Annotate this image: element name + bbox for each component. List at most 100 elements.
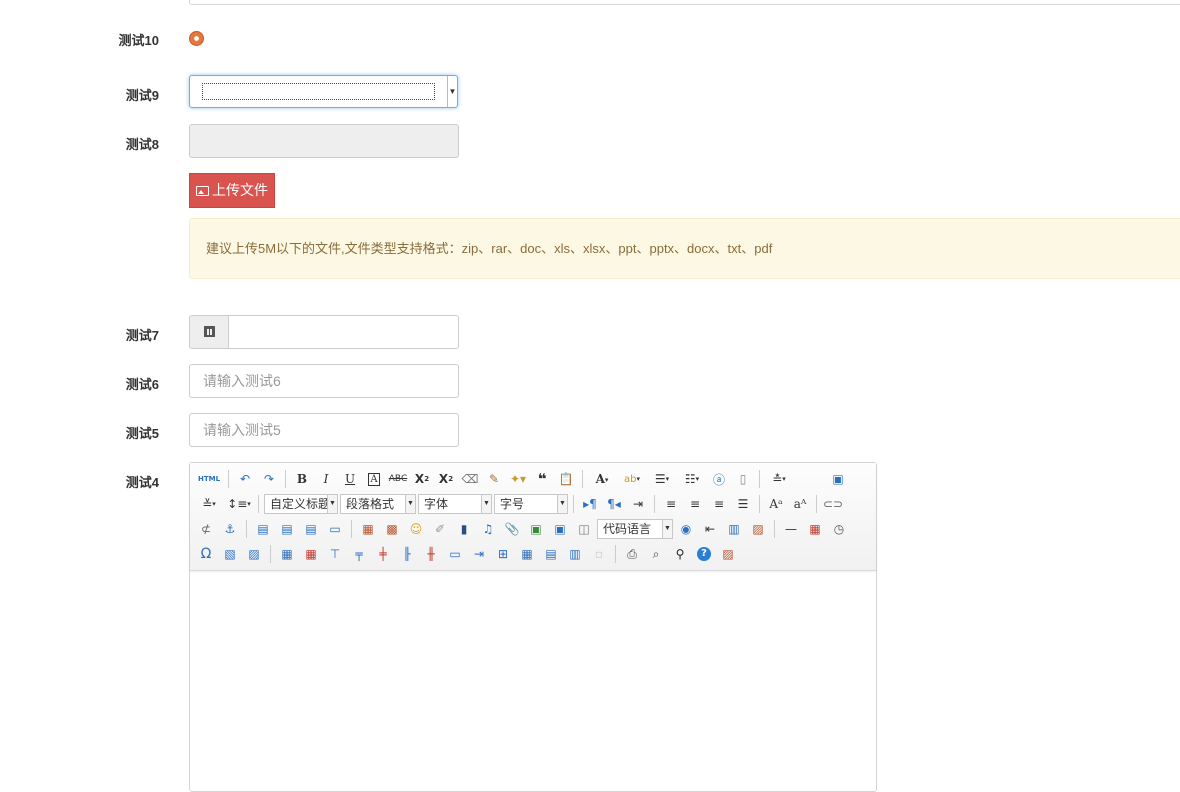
undo-icon[interactable]: ↶ — [235, 469, 255, 489]
scrawl-icon[interactable]: ✐ — [430, 519, 450, 539]
test7-date-input[interactable] — [228, 315, 459, 349]
indent-icon[interactable]: ⇥ — [628, 494, 648, 514]
custom-heading-select[interactable]: 自定义标题 ▼ — [264, 494, 338, 514]
code-language-select[interactable]: 代码语言 ▼ — [597, 519, 673, 539]
delete-table-icon[interactable]: ▦ — [301, 544, 321, 564]
template-icon[interactable]: ▥ — [724, 519, 744, 539]
blockquote-icon[interactable]: ❝ — [532, 469, 552, 489]
ltr-direction-icon[interactable]: ▸¶ — [580, 494, 600, 514]
word-import-icon[interactable]: ▨ — [244, 544, 264, 564]
font-color-icon[interactable]: A ▾ — [589, 469, 615, 489]
print-icon[interactable]: ⎙ — [622, 544, 642, 564]
merge-down-icon[interactable]: ⊞ — [493, 544, 513, 564]
insert-video-icon[interactable]: ▮ — [454, 519, 474, 539]
editor-content-area[interactable] — [190, 571, 876, 791]
drafts-icon[interactable]: ▨ — [718, 544, 738, 564]
uppercase-icon[interactable]: Aᵃ — [766, 494, 786, 514]
insert-row-icon[interactable]: ╤ — [349, 544, 369, 564]
test9-select[interactable]: ▼ — [189, 75, 458, 108]
select-focus-ring — [202, 83, 435, 100]
test5-input[interactable]: 请输入测试5 — [189, 413, 459, 447]
music-icon[interactable]: ♫ — [478, 519, 498, 539]
insert-paragraph-before-table-icon[interactable]: ⊤ — [325, 544, 345, 564]
toolbar-divider — [246, 520, 247, 538]
delete-row-icon[interactable]: ╪ — [373, 544, 393, 564]
code-language-value: 代码语言 — [603, 522, 652, 536]
insert-table-icon[interactable]: ▦ — [277, 544, 297, 564]
wordimage-icon[interactable]: ▧ — [220, 544, 240, 564]
font-size-select[interactable]: 字号 ▼ — [494, 494, 568, 514]
unordered-list-icon[interactable]: ☷ ▾ — [679, 469, 705, 489]
italic-icon[interactable]: I — [316, 469, 336, 489]
merge-right-icon[interactable]: ⇥ — [469, 544, 489, 564]
rtl-direction-icon[interactable]: ¶◂ — [604, 494, 624, 514]
chart-icon[interactable]: ▫ — [589, 544, 609, 564]
rich-text-editor[interactable]: HTML ↶ ↷ B I U A ABC X2 X2 ⌫ ✎ ✦▾ ❝ 📋 A ▾… — [189, 462, 877, 792]
lowercase-icon[interactable]: aᴬ — [790, 494, 810, 514]
font-family-select[interactable]: 字体 ▼ — [418, 494, 492, 514]
horizontal-rule-icon[interactable]: — — [781, 519, 801, 539]
subscript-icon[interactable]: X2 — [436, 469, 456, 489]
auto-typeset-icon[interactable]: ✦▾ — [508, 469, 528, 489]
test6-input[interactable]: 请输入测试6 — [189, 364, 459, 398]
background-icon[interactable]: ▨ — [748, 519, 768, 539]
image-none-icon[interactable]: ▤ — [253, 519, 273, 539]
pagebreak-icon[interactable]: ⇤ — [700, 519, 720, 539]
anchor-icon[interactable]: ⚓ — [220, 519, 240, 539]
merge-cells-icon[interactable]: ▭ — [445, 544, 465, 564]
upload-file-button[interactable]: 上传文件 — [189, 173, 275, 208]
bold-icon[interactable]: B — [292, 469, 312, 489]
fullscreen-icon[interactable]: ▣ — [828, 469, 848, 489]
line-height-icon[interactable]: ↕≡ ▾ — [226, 494, 252, 514]
paragraph-format-select[interactable]: 段落格式 ▼ — [340, 494, 416, 514]
align-right-icon[interactable]: ≡ — [709, 494, 729, 514]
split-cols-icon[interactable]: ▥ — [565, 544, 585, 564]
chevron-down-icon: ▼ — [327, 495, 337, 513]
emotion-icon[interactable]: ☺ — [406, 519, 426, 539]
superscript-icon[interactable]: X2 — [412, 469, 432, 489]
redo-icon[interactable]: ↷ — [259, 469, 279, 489]
row-spacing-top-icon[interactable]: ≛ ▾ — [766, 469, 792, 489]
format-brush-icon[interactable]: ✎ — [484, 469, 504, 489]
underline-icon[interactable]: U — [340, 469, 360, 489]
special-chars-icon[interactable]: Ω — [196, 544, 216, 564]
align-center-icon[interactable]: ≡ — [685, 494, 705, 514]
chevron-down-icon[interactable]: ▼ — [447, 76, 457, 107]
split-rows-icon[interactable]: ▤ — [541, 544, 561, 564]
insert-col-icon[interactable]: ╟ — [397, 544, 417, 564]
eraser-icon[interactable]: ⌫ — [460, 469, 480, 489]
insert-image-icon[interactable]: ▦ — [358, 519, 378, 539]
link-icon[interactable]: ⊂⊃ — [823, 494, 843, 514]
font-border-icon[interactable]: A — [364, 469, 384, 489]
image-right-icon[interactable]: ▤ — [301, 519, 321, 539]
image-left-icon[interactable]: ▤ — [277, 519, 297, 539]
test10-radio[interactable] — [189, 31, 204, 46]
clear-document-icon[interactable]: ▯ — [733, 469, 753, 489]
row-spacing-bottom-icon[interactable]: ≚ ▾ — [196, 494, 222, 514]
google-map-icon[interactable]: ▣ — [550, 519, 570, 539]
strikethrough-icon[interactable]: ABC — [388, 469, 408, 489]
map-icon[interactable]: ▣ — [526, 519, 546, 539]
select-all-icon[interactable]: ⓐ — [709, 469, 729, 489]
search-replace-icon[interactable]: ⚲ — [670, 544, 690, 564]
unlink-icon[interactable]: ⊄ — [196, 519, 216, 539]
ordered-list-icon[interactable]: ☰ ▾ — [649, 469, 675, 489]
date-icon[interactable]: ▦ — [805, 519, 825, 539]
help-icon[interactable]: ? — [694, 544, 714, 564]
align-justify-icon[interactable]: ☰ — [733, 494, 753, 514]
multi-image-icon[interactable]: ▩ — [382, 519, 402, 539]
paste-plain-icon[interactable]: 📋 — [556, 469, 576, 489]
image-center-icon[interactable]: ▭ — [325, 519, 345, 539]
image-icon — [196, 186, 209, 196]
attachment-icon[interactable]: 📎 — [502, 519, 522, 539]
webapp-icon[interactable]: ◉ — [676, 519, 696, 539]
insert-frame-icon[interactable]: ◫ — [574, 519, 594, 539]
split-cells-icon[interactable]: ▦ — [517, 544, 537, 564]
time-icon[interactable]: ◷ — [829, 519, 849, 539]
preview-icon[interactable]: ⌕ — [646, 544, 666, 564]
calendar-addon[interactable] — [189, 315, 229, 349]
delete-col-icon[interactable]: ╫ — [421, 544, 441, 564]
background-color-icon[interactable]: ab ▾ — [619, 469, 645, 489]
align-left-icon[interactable]: ≡ — [661, 494, 681, 514]
html-source-button[interactable]: HTML — [196, 469, 222, 489]
